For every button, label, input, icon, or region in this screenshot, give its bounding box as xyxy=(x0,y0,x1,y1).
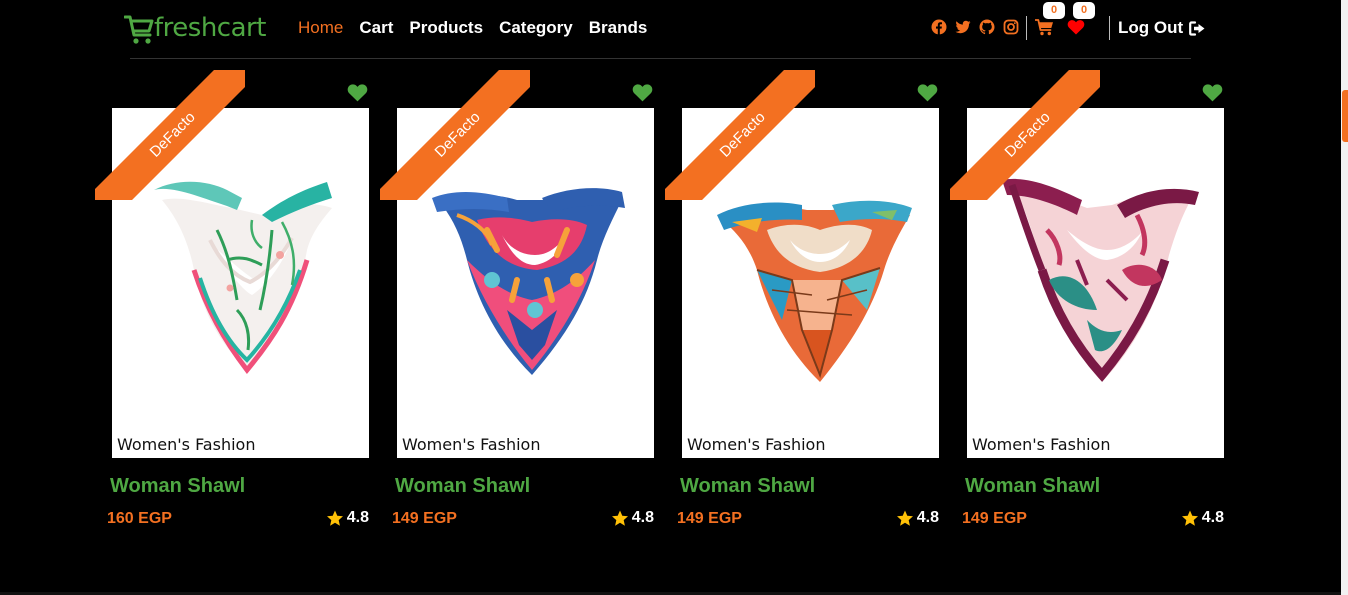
nav-link-products[interactable]: Products xyxy=(409,17,483,39)
nav-link-home[interactable]: Home xyxy=(298,17,343,39)
product-card[interactable]: Women's Fashion DeFacto Woman Shawl 160 … xyxy=(95,70,371,540)
star-icon xyxy=(896,510,913,526)
github-icon[interactable] xyxy=(979,19,995,35)
brand-ribbon: DeFacto xyxy=(95,70,245,200)
rating-value: 4.8 xyxy=(1201,509,1224,526)
logout-label: Log Out xyxy=(1118,18,1184,37)
cart-logo-icon xyxy=(124,15,154,44)
logout-button[interactable]: Log Out xyxy=(1118,17,1206,39)
wishlist-count-badge: 0 xyxy=(1073,2,1095,19)
nav-link-cart[interactable]: Cart xyxy=(359,17,393,39)
rating-value: 4.8 xyxy=(631,509,654,526)
scrollbar[interactable] xyxy=(1341,0,1348,595)
nav-links: Home Cart Products Category Brands xyxy=(298,17,647,39)
product-title[interactable]: Woman Shawl xyxy=(395,475,530,498)
product-title[interactable]: Woman Shawl xyxy=(110,475,245,498)
product-category: Women's Fashion xyxy=(402,435,541,454)
brand-ribbon-label: DeFacto xyxy=(95,70,245,200)
product-price: 160 EGP xyxy=(107,510,172,527)
product-rating: 4.8 xyxy=(326,509,369,527)
social-icons xyxy=(931,19,1019,35)
product-rating: 4.8 xyxy=(896,509,939,527)
star-icon xyxy=(1181,510,1198,526)
brand-ribbon: DeFacto xyxy=(380,70,530,200)
brand-ribbon-label: DeFacto xyxy=(380,70,530,200)
wishlist-heart-icon[interactable] xyxy=(632,83,653,102)
twitter-icon[interactable] xyxy=(955,19,971,35)
product-title[interactable]: Woman Shawl xyxy=(680,475,815,498)
sign-out-icon xyxy=(1189,20,1205,36)
rating-value: 4.8 xyxy=(916,509,939,526)
product-title[interactable]: Woman Shawl xyxy=(965,475,1100,498)
brand-ribbon: DeFacto xyxy=(950,70,1100,200)
nav-link-brands[interactable]: Brands xyxy=(589,17,648,39)
rating-value: 4.8 xyxy=(346,509,369,526)
wishlist-heart-icon[interactable] xyxy=(347,83,368,102)
product-price: 149 EGP xyxy=(962,510,1027,527)
brand-ribbon-label: DeFacto xyxy=(665,70,815,200)
product-card[interactable]: Women's Fashion DeFacto Woman Shawl 149 … xyxy=(380,70,656,540)
wishlist-heart-icon[interactable] xyxy=(1202,83,1223,102)
product-price: 149 EGP xyxy=(677,510,742,527)
facebook-icon[interactable] xyxy=(931,19,947,35)
product-rating: 4.8 xyxy=(1181,509,1224,527)
nav-link-category[interactable]: Category xyxy=(499,17,573,39)
nav-divider-2 xyxy=(1109,16,1110,40)
product-card[interactable]: Women's Fashion DeFacto Woman Shawl 149 … xyxy=(665,70,941,540)
brand-ribbon: DeFacto xyxy=(665,70,815,200)
page-viewport: freshcart Home Cart Products Category Br… xyxy=(0,0,1341,595)
logo-text: freshcart xyxy=(154,13,266,43)
product-category: Women's Fashion xyxy=(687,435,826,454)
nav-divider xyxy=(1026,16,1027,40)
star-icon xyxy=(611,510,628,526)
cart-count-badge: 0 xyxy=(1043,2,1065,19)
product-card[interactable]: Women's Fashion DeFacto Woman Shawl 149 … xyxy=(950,70,1226,540)
product-rating: 4.8 xyxy=(611,509,654,527)
brand-ribbon-label: DeFacto xyxy=(950,70,1100,200)
wishlist-heart-icon[interactable] xyxy=(917,83,938,102)
navbar: freshcart Home Cart Products Category Br… xyxy=(0,0,1341,58)
instagram-icon[interactable] xyxy=(1003,19,1019,35)
logo[interactable]: freshcart xyxy=(124,10,266,46)
product-price: 149 EGP xyxy=(392,510,457,527)
product-category: Women's Fashion xyxy=(117,435,256,454)
scrollbar-thumb[interactable] xyxy=(1342,90,1348,142)
star-icon xyxy=(326,510,343,526)
cart-icon[interactable] xyxy=(1035,19,1054,36)
navbar-divider-line xyxy=(130,58,1191,59)
product-category: Women's Fashion xyxy=(972,435,1111,454)
wishlist-heart-icon[interactable] xyxy=(1067,19,1085,35)
